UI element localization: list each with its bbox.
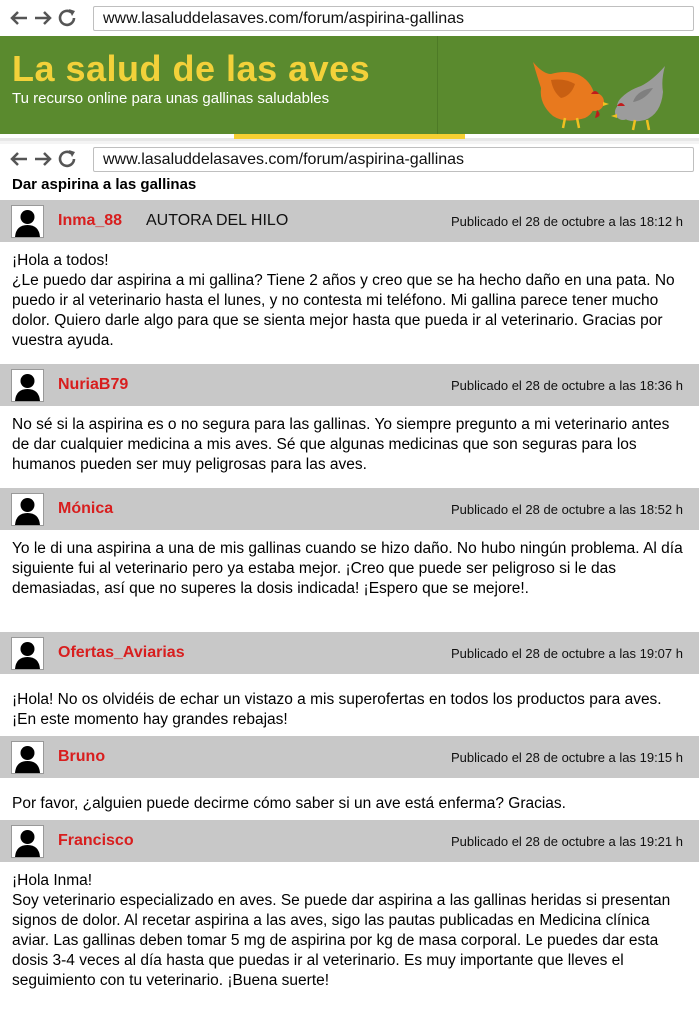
reload-icon [58, 9, 76, 27]
thread-title: Dar aspirina a las gallinas [12, 176, 197, 193]
post-header: Bruno Publicado el 28 de octubre a las 1… [0, 736, 699, 778]
avatar[interactable] [11, 741, 44, 774]
post-date: Publicado el 28 de octubre a las 18:36 h [450, 377, 683, 393]
username[interactable]: Bruno [58, 748, 105, 766]
user-silhouette-icon [15, 210, 40, 237]
post-date: Publicado el 28 de octubre a las 18:52 h [450, 501, 683, 517]
avatar[interactable] [11, 493, 44, 526]
post-text: Soy veterinario especializado en aves. S… [12, 892, 671, 989]
forward-button-2[interactable] [32, 148, 54, 170]
site-subtitle: Tu recurso online para unas gallinas sal… [12, 90, 330, 107]
avatar[interactable] [11, 637, 44, 670]
address-bar-2[interactable]: www.lasaluddelasaves.com/forum/aspirina-… [93, 147, 694, 172]
avatar[interactable] [11, 205, 44, 238]
user-silhouette-icon [15, 830, 40, 857]
post-body: Por favor, ¿alguien puede decirme cómo s… [0, 778, 699, 820]
post-text: ¡Hola Inma! [12, 872, 93, 889]
username[interactable]: Mónica [58, 500, 113, 518]
arrow-left-icon [10, 152, 27, 166]
user-silhouette-icon [15, 746, 40, 773]
user-silhouette-icon [15, 498, 40, 525]
username[interactable]: NuriaB79 [58, 376, 128, 394]
post-body: ¡Hola! No os olvidéis de echar un vistaz… [0, 674, 699, 736]
post-date: Publicado el 28 de octubre a las 18:12 h [450, 213, 683, 229]
tab-strip [0, 134, 699, 144]
back-button-2[interactable] [8, 148, 30, 170]
post-body: ¡Hola Inma! Soy veterinario especializad… [0, 862, 699, 991]
post-date: Publicado el 28 de octubre a las 19:15 h [450, 749, 683, 765]
active-tab-indicator[interactable] [234, 134, 465, 139]
post-body: ¡Hola a todos! ¿Le puedo dar aspirina a … [0, 242, 699, 364]
post-header: Francisco Publicado el 28 de octubre a l… [0, 820, 699, 862]
post-text: ¿Le puedo dar aspirina a mi gallina? Tie… [12, 272, 675, 349]
avatar[interactable] [11, 369, 44, 402]
banner-divider [437, 36, 438, 134]
post-text: No sé si la aspirina es o no segura para… [12, 416, 670, 473]
post-date: Publicado el 28 de octubre a las 19:21 h [450, 833, 683, 849]
username[interactable]: Inma_88 [58, 212, 122, 230]
nav-buttons [0, 7, 92, 29]
address-bar[interactable]: www.lasaluddelasaves.com/forum/aspirina-… [93, 6, 694, 31]
post-header: Ofertas_Aviarias Publicado el 28 de octu… [0, 632, 699, 674]
reload-icon [58, 150, 76, 168]
hens-illustration [533, 62, 665, 131]
post-header: Mónica Publicado el 28 de octubre a las … [0, 488, 699, 530]
browser-toolbar-second: www.lasaluddelasaves.com/forum/aspirina-… [0, 144, 699, 174]
nav-buttons-2 [0, 148, 92, 170]
username[interactable]: Ofertas_Aviarias [58, 644, 185, 662]
post-date: Publicado el 28 de octubre a las 19:07 h [450, 645, 683, 661]
back-button[interactable] [8, 7, 30, 29]
user-silhouette-icon [15, 642, 40, 669]
browser-toolbar-top: www.lasaluddelasaves.com/forum/aspirina-… [0, 0, 699, 36]
avatar[interactable] [11, 825, 44, 858]
site-banner: La salud de las aves Tu recurso online p… [0, 36, 699, 134]
post-text: ¡Hola a todos! [12, 252, 109, 269]
post-body: Yo le di una aspirina a una de mis galli… [0, 530, 699, 632]
post-header: NuriaB79 Publicado el 28 de octubre a la… [0, 364, 699, 406]
site-title[interactable]: La salud de las aves [12, 48, 370, 90]
reload-button[interactable] [56, 7, 78, 29]
forward-button[interactable] [32, 7, 54, 29]
arrow-left-icon [10, 11, 27, 25]
post-body: No sé si la aspirina es o no segura para… [0, 406, 699, 488]
user-silhouette-icon [15, 374, 40, 401]
username[interactable]: Francisco [58, 832, 134, 850]
post-text: Yo le di una aspirina a una de mis galli… [12, 540, 683, 597]
thread-author-tag: AUTORA DEL HILO [146, 212, 289, 229]
arrow-right-icon [35, 11, 52, 25]
post-text: Por favor, ¿alguien puede decirme cómo s… [12, 795, 566, 812]
arrow-right-icon [35, 152, 52, 166]
post-header: Inma_88 AUTORA DEL HILO Publicado el 28 … [0, 200, 699, 242]
reload-button-2[interactable] [56, 148, 78, 170]
post-text: ¡Hola! No os olvidéis de echar un vistaz… [12, 691, 662, 728]
